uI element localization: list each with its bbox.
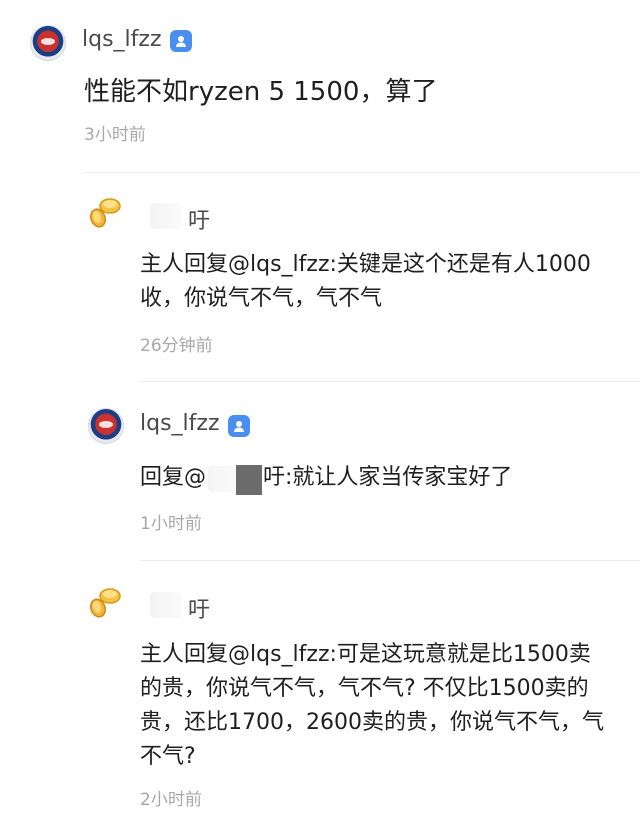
reply-text-line: 收，你说气不气，气不气 <box>140 286 383 311</box>
divider <box>84 172 640 173</box>
comment-time: 1小时前 <box>140 514 202 534</box>
reply-text-line: 主人回复@lqs_lfzz:可是这玩意就是比1500卖 <box>140 642 591 667</box>
reply-text-line: 贵，还比1700，2600卖的贵，你说气不气，气 <box>140 710 604 735</box>
blurred-username <box>208 466 236 492</box>
blurred-username <box>150 592 182 618</box>
username-lqs-lfzz[interactable]: lqs_lfzz <box>82 27 162 52</box>
divider <box>140 381 640 382</box>
comment-time: 3小时前 <box>84 125 146 145</box>
coins-avatar-icon[interactable] <box>88 585 124 625</box>
redaction-block <box>236 465 262 495</box>
verified-badge-icon <box>228 415 250 437</box>
username-suffix[interactable]: 吁 <box>188 203 210 235</box>
reply-text-suffix: 吁:就让人家当传家宝好了 <box>263 465 513 490</box>
divider <box>140 560 640 561</box>
main-comment-text: 性能不如ryzen 5 1500，算了 <box>84 77 438 107</box>
username-lqs-lfzz[interactable]: lqs_lfzz <box>140 411 220 436</box>
username-suffix[interactable]: 吁 <box>188 592 210 624</box>
verified-badge-icon <box>170 30 192 52</box>
avatar-lqs-lfzz[interactable] <box>88 408 124 444</box>
blurred-username <box>150 203 182 229</box>
comment-time: 26分钟前 <box>140 336 213 356</box>
avatar-lqs-lfzz[interactable] <box>30 25 66 61</box>
comment-time: 2小时前 <box>140 790 202 810</box>
reply-text-line: 不气? <box>140 744 196 769</box>
reply-text-line: 主人回复@lqs_lfzz:关键是这个还是有人1000 <box>140 252 591 277</box>
reply-text-prefix: 回复@ <box>140 465 207 490</box>
reply-text-line: 的贵，你说气不气，气不气? 不仅比1500卖的 <box>140 676 589 701</box>
coins-avatar-icon[interactable] <box>88 195 124 235</box>
